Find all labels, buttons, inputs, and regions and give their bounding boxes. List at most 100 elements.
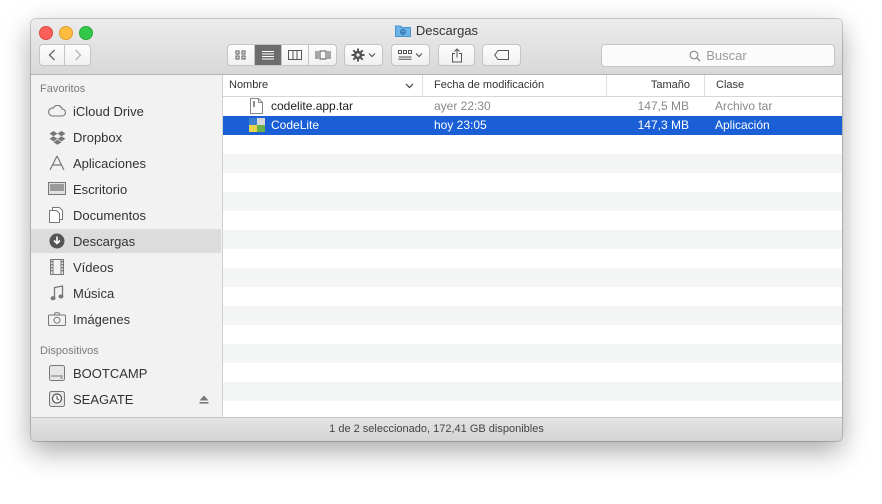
dropbox-icon xyxy=(48,130,66,145)
share-button[interactable] xyxy=(438,44,475,66)
column-header-kind-label: Clase xyxy=(716,79,745,91)
documents-icon xyxy=(48,207,66,223)
share-icon xyxy=(451,47,462,62)
list-icon xyxy=(262,51,274,60)
file-kind: Archivo tar xyxy=(715,99,773,113)
grid-icon xyxy=(235,50,246,60)
tags-button[interactable] xyxy=(482,44,521,66)
column-header-name-label: Nombre xyxy=(229,79,269,91)
column-header-name[interactable]: Nombre xyxy=(223,75,422,96)
column-header: Nombre Fecha de modificación Tamaño Clas… xyxy=(223,75,842,97)
column-header-kind[interactable]: Clase xyxy=(704,75,842,96)
empty-row xyxy=(223,306,842,325)
cover-flow-icon xyxy=(315,50,330,60)
sidebar-item-label: Documentos xyxy=(73,207,146,223)
file-size: 147,3 MB xyxy=(637,118,689,132)
column-header-modified[interactable]: Fecha de modificación xyxy=(422,75,606,96)
sidebar-item-aplicaciones[interactable]: Aplicaciones xyxy=(31,151,221,175)
sidebar-item-label: Dropbox xyxy=(73,129,123,145)
column-view-button[interactable] xyxy=(282,45,309,65)
list-view-button[interactable] xyxy=(255,45,282,65)
sidebar-item-videos[interactable]: Vídeos xyxy=(31,255,221,279)
empty-row xyxy=(223,192,842,211)
sidebar-item-label: Música xyxy=(73,285,115,301)
column-header-size-label: Tamaño xyxy=(650,79,690,91)
sidebar-item-icloud-drive[interactable]: iCloud Drive xyxy=(31,99,221,123)
nav-buttons xyxy=(39,44,91,66)
sidebar-item-musica[interactable]: Música xyxy=(31,281,221,305)
eject-icon[interactable] xyxy=(199,392,209,407)
tar-file-icon xyxy=(250,98,263,117)
view-mode-control xyxy=(227,44,337,66)
file-modified: ayer 22:30 xyxy=(434,99,491,113)
sidebar-header-devices: Dispositivos xyxy=(40,345,99,357)
empty-row xyxy=(223,268,842,287)
sidebar-item-label: Aplicaciones xyxy=(73,155,146,171)
cloud-icon xyxy=(48,105,66,117)
chevron-left-icon xyxy=(48,49,55,61)
empty-row xyxy=(223,173,842,192)
app-icon xyxy=(249,117,265,136)
status-bar: 1 de 2 seleccionado, 172,41 GB disponibl… xyxy=(31,417,842,441)
download-icon xyxy=(48,233,66,249)
time-machine-disk-icon xyxy=(48,391,66,407)
file-row-codelite-tar[interactable]: codelite.app.tar ayer 22:30 147,5 MB Arc… xyxy=(223,97,842,116)
finder-window: Descargas Buscar Favoritos iCloud Drive … xyxy=(31,19,842,441)
sidebar-item-label: BOOTCAMP xyxy=(73,365,148,381)
chevron-right-icon xyxy=(74,49,81,61)
empty-row xyxy=(223,401,842,417)
sidebar-item-bootcamp[interactable]: BOOTCAMP xyxy=(31,361,221,385)
arrange-icon xyxy=(398,50,412,60)
file-rows: codelite.app.tar ayer 22:30 147,5 MB Arc… xyxy=(223,97,842,417)
sidebar-header-favorites: Favoritos xyxy=(40,83,86,95)
film-icon xyxy=(48,259,66,275)
arrange-menu-button[interactable] xyxy=(391,44,430,66)
empty-row xyxy=(223,382,842,401)
empty-row xyxy=(223,344,842,363)
sidebar-item-label: iCloud Drive xyxy=(73,103,144,119)
sidebar-item-seagate[interactable]: SEAGATE xyxy=(31,387,221,411)
column-header-modified-label: Fecha de modificación xyxy=(434,79,545,91)
columns-icon xyxy=(288,50,302,60)
chevron-down-icon xyxy=(415,53,423,58)
search-placeholder: Buscar xyxy=(706,48,747,63)
sidebar-item-documentos[interactable]: Documentos xyxy=(31,203,221,227)
sidebar-item-label: Vídeos xyxy=(73,259,114,275)
tag-icon xyxy=(493,50,509,60)
gear-icon xyxy=(351,48,365,62)
file-size: 147,5 MB xyxy=(637,99,689,113)
icon-view-button[interactable] xyxy=(228,45,255,65)
music-icon xyxy=(48,285,66,301)
search-field[interactable]: Buscar xyxy=(601,44,835,67)
file-name: codelite.app.tar xyxy=(271,99,354,113)
empty-row xyxy=(223,325,842,344)
titlebar: Descargas Buscar xyxy=(31,19,842,75)
file-list: Nombre Fecha de modificación Tamaño Clas… xyxy=(223,75,842,417)
chevron-down-icon xyxy=(368,53,376,58)
applications-icon xyxy=(48,155,66,171)
disk-icon xyxy=(48,365,66,381)
sidebar-item-descargas[interactable]: Descargas xyxy=(31,229,221,253)
empty-row xyxy=(223,211,842,230)
cover-flow-button[interactable] xyxy=(309,45,336,65)
forward-button[interactable] xyxy=(65,45,90,65)
window-title: Descargas xyxy=(31,23,842,40)
empty-row xyxy=(223,249,842,268)
sidebar-item-label: Escritorio xyxy=(73,181,128,197)
action-menu-button[interactable] xyxy=(344,44,383,66)
empty-row xyxy=(223,154,842,173)
file-name: CodeLite xyxy=(271,118,320,132)
file-kind: Aplicación xyxy=(715,118,770,132)
file-modified: hoy 23:05 xyxy=(434,118,487,132)
back-button[interactable] xyxy=(40,45,65,65)
sidebar-item-imagenes[interactable]: Imágenes xyxy=(31,307,221,331)
camera-icon xyxy=(48,312,66,326)
column-header-size[interactable]: Tamaño xyxy=(606,75,704,96)
sidebar-item-escritorio[interactable]: Escritorio xyxy=(31,177,221,201)
empty-row xyxy=(223,230,842,249)
sidebar-item-label: Descargas xyxy=(73,233,136,249)
window-title-text: Descargas xyxy=(415,23,479,38)
sidebar-item-dropbox[interactable]: Dropbox xyxy=(31,125,221,149)
folder-icon xyxy=(394,24,411,40)
file-row-codelite-app[interactable]: CodeLite hoy 23:05 147,3 MB Aplicación xyxy=(223,116,842,135)
